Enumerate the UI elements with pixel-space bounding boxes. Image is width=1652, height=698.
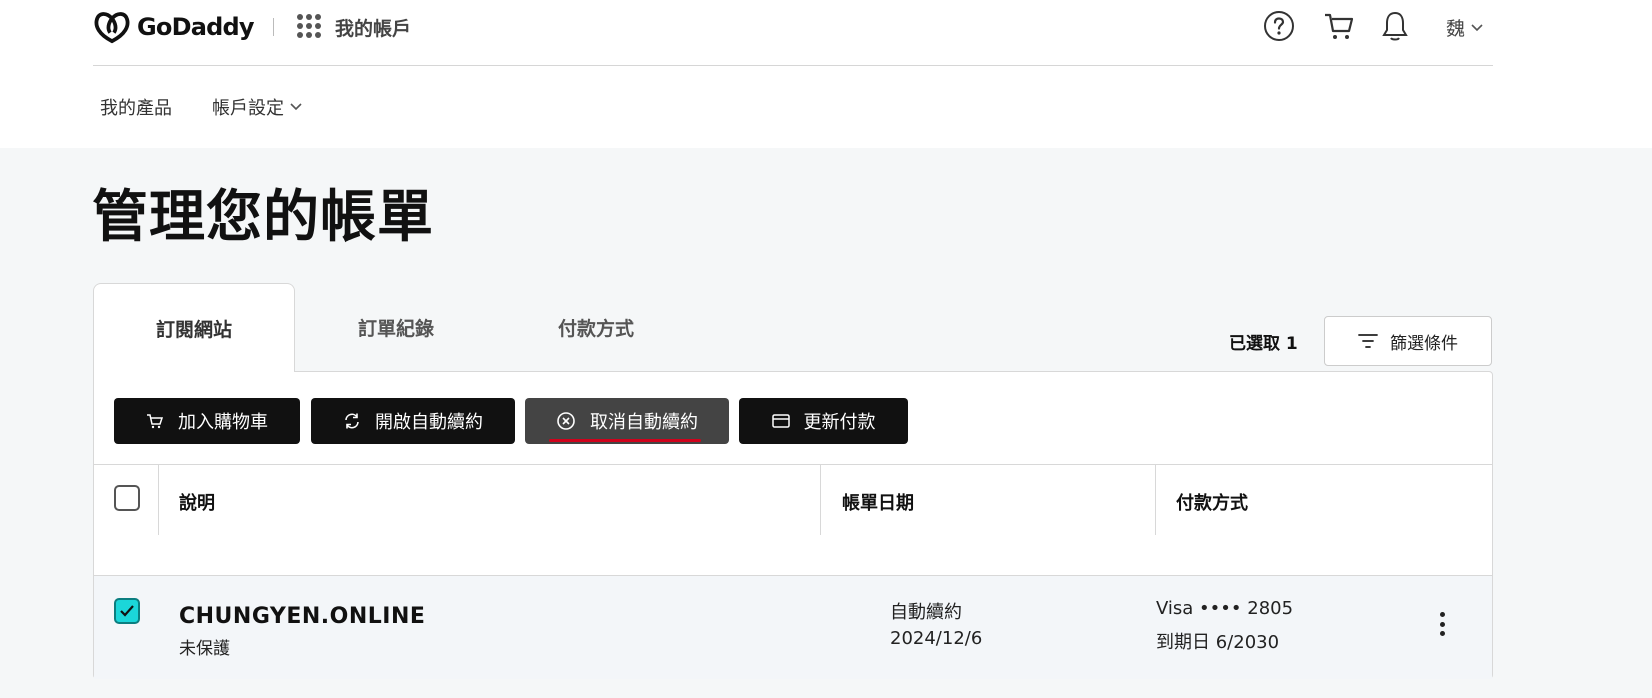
user-menu[interactable]: 魏 [1446, 14, 1483, 41]
column-header-payment-method[interactable]: 付款方式 [1176, 489, 1248, 515]
selected-count: 已選取 1 [1229, 334, 1298, 354]
help-icon[interactable] [1261, 8, 1297, 44]
apps-grid-icon[interactable] [297, 14, 321, 38]
filter-button-label: 篩選條件 [1390, 333, 1458, 354]
column-header-description[interactable]: 說明 [179, 489, 215, 515]
update-payment-button[interactable]: 更新付款 [739, 398, 908, 444]
cart-icon[interactable] [1321, 8, 1357, 44]
payment-expiry: 到期日 6/2030 [1156, 632, 1280, 653]
user-initial: 魏 [1446, 18, 1466, 40]
header-divider [273, 18, 274, 36]
brand-name: GoDaddy [137, 13, 255, 41]
tab-order-history[interactable]: 訂單紀錄 [296, 283, 496, 371]
column-separator [1155, 465, 1156, 535]
add-to-cart-label: 加入購物車 [178, 412, 268, 433]
filter-button[interactable]: 篩選條件 [1324, 316, 1492, 366]
table-row[interactable]: CHUNGYEN.ONLINE 未保護 自動續約 2024/12/6 Visa … [94, 575, 1492, 679]
refresh-icon [345, 413, 359, 429]
chevron-down-icon [290, 103, 302, 111]
chevron-down-icon [1471, 23, 1483, 31]
payment-card: Visa •••• 2805 [1156, 598, 1294, 619]
my-account-link[interactable]: 我的帳戶 [335, 14, 411, 41]
enable-auto-renew-button[interactable]: 開啟自動續約 [311, 398, 515, 444]
sub-navigation: 我的產品 帳戶設定 [100, 94, 302, 120]
column-separator [1492, 465, 1493, 535]
row-more-options-icon[interactable] [1438, 612, 1446, 636]
global-header: GoDaddy 我的帳戶 魏 [93, 0, 1493, 66]
cart-icon [147, 414, 164, 429]
cancel-auto-renew-label: 取消自動續約 [590, 412, 698, 433]
checkmark-icon [120, 605, 134, 617]
cancel-circle-icon [557, 412, 575, 430]
page-title: 管理您的帳單 [92, 185, 434, 250]
row-checkbox[interactable] [114, 598, 140, 624]
column-separator [820, 465, 821, 535]
domain-name[interactable]: CHUNGYEN.ONLINE [179, 604, 425, 629]
godaddy-logo[interactable]: GoDaddy [93, 10, 255, 44]
billing-status: 自動續約 [890, 602, 962, 623]
nav-account-settings[interactable]: 帳戶設定 [212, 94, 302, 120]
column-separator [158, 465, 159, 535]
nav-my-products[interactable]: 我的產品 [100, 94, 172, 120]
select-all-checkbox[interactable] [114, 485, 140, 511]
add-to-cart-button[interactable]: 加入購物車 [114, 398, 300, 444]
hover-underline [549, 439, 701, 442]
billing-date: 2024/12/6 [890, 628, 983, 649]
column-header-billing-date[interactable]: 帳單日期 [842, 489, 914, 515]
credit-card-icon [771, 414, 790, 428]
enable-auto-renew-label: 開啟自動續約 [375, 412, 483, 433]
subscriptions-panel: 加入購物車 開啟自動續約 取消自動續約 更新付款 說明 帳單日期 付款方式 CH… [93, 371, 1493, 679]
nav-my-products-label: 我的產品 [100, 98, 172, 119]
protection-status: 未保護 [179, 639, 230, 659]
tab-payment-methods[interactable]: 付款方式 [496, 283, 696, 371]
nav-account-settings-label: 帳戶設定 [212, 98, 284, 119]
godaddy-logo-icon [94, 12, 130, 44]
cancel-auto-renew-button[interactable]: 取消自動續約 [525, 398, 729, 444]
filter-icon [1358, 334, 1378, 348]
notification-bell-icon[interactable] [1377, 8, 1413, 44]
update-payment-label: 更新付款 [803, 412, 876, 433]
table-header: 說明 帳單日期 付款方式 [94, 464, 1493, 535]
tab-subscriptions[interactable]: 訂閱網站 [93, 283, 295, 372]
